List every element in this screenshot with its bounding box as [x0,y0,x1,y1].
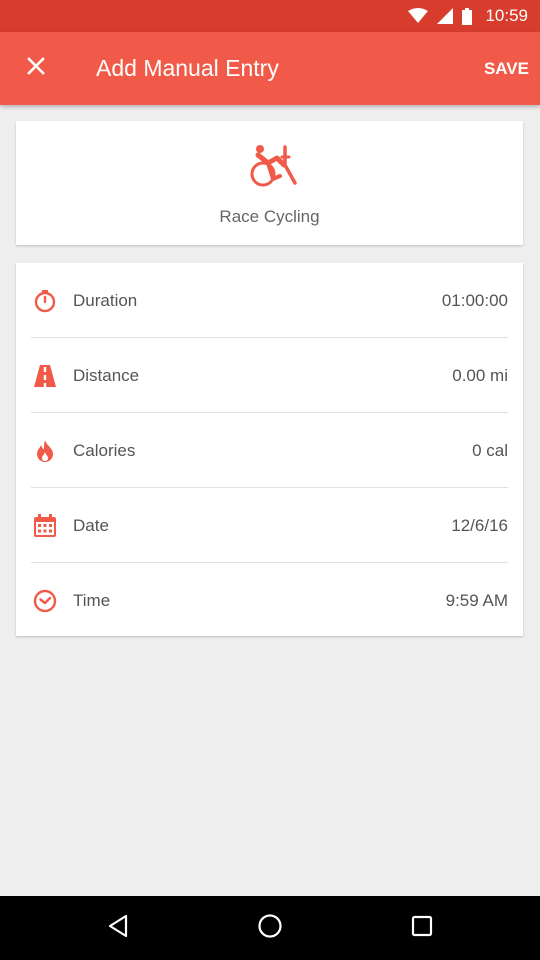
save-button[interactable]: SAVE [484,32,529,105]
time-row[interactable]: Time 9:59 AM [16,563,523,638]
home-icon [257,913,283,944]
calories-label: Calories [73,441,136,460]
time-label: Time [73,591,111,610]
recents-icon [411,915,433,942]
close-icon [27,56,45,80]
distance-value: 0.00 mi [452,366,508,385]
date-value: 12/6/16 [451,516,508,535]
calendar-icon [33,514,57,538]
app-bar: Add Manual Entry SAVE [0,32,540,105]
navigation-bar [0,896,540,960]
road-icon [33,364,57,388]
duration-value: 01:00:00 [441,291,508,310]
activity-name: Race Cycling [219,207,320,226]
status-bar: 10:59 [0,0,540,32]
distance-label: Distance [73,366,140,385]
activity-selector[interactable]: Race Cycling [16,121,523,245]
date-row[interactable]: Date 12/6/16 [16,488,523,563]
back-icon [107,914,129,943]
date-label: Date [73,516,109,535]
stopwatch-icon [33,289,57,313]
calories-row[interactable]: Calories 0 cal [16,413,523,488]
recents-button[interactable] [402,908,442,948]
time-value: 9:59 AM [445,591,508,610]
home-button[interactable] [250,908,290,948]
signal-icon [437,8,454,24]
duration-row[interactable]: Duration 01:00:00 [16,263,523,338]
status-time: 10:59 [485,6,528,25]
back-button[interactable] [98,908,138,948]
clock-icon [33,589,57,613]
calories-value: 0 cal [472,441,508,460]
close-button[interactable] [12,44,60,92]
flame-icon [33,439,57,463]
battery-icon [462,7,473,25]
distance-row[interactable]: Distance 0.00 mi [16,338,523,413]
duration-label: Duration [73,291,138,310]
entry-fields: Duration 01:00:00 Distance 0.00 mi Calor… [16,263,523,636]
page-title: Add Manual Entry [96,55,279,81]
race-cycling-icon [249,143,299,192]
wifi-icon [408,8,429,24]
